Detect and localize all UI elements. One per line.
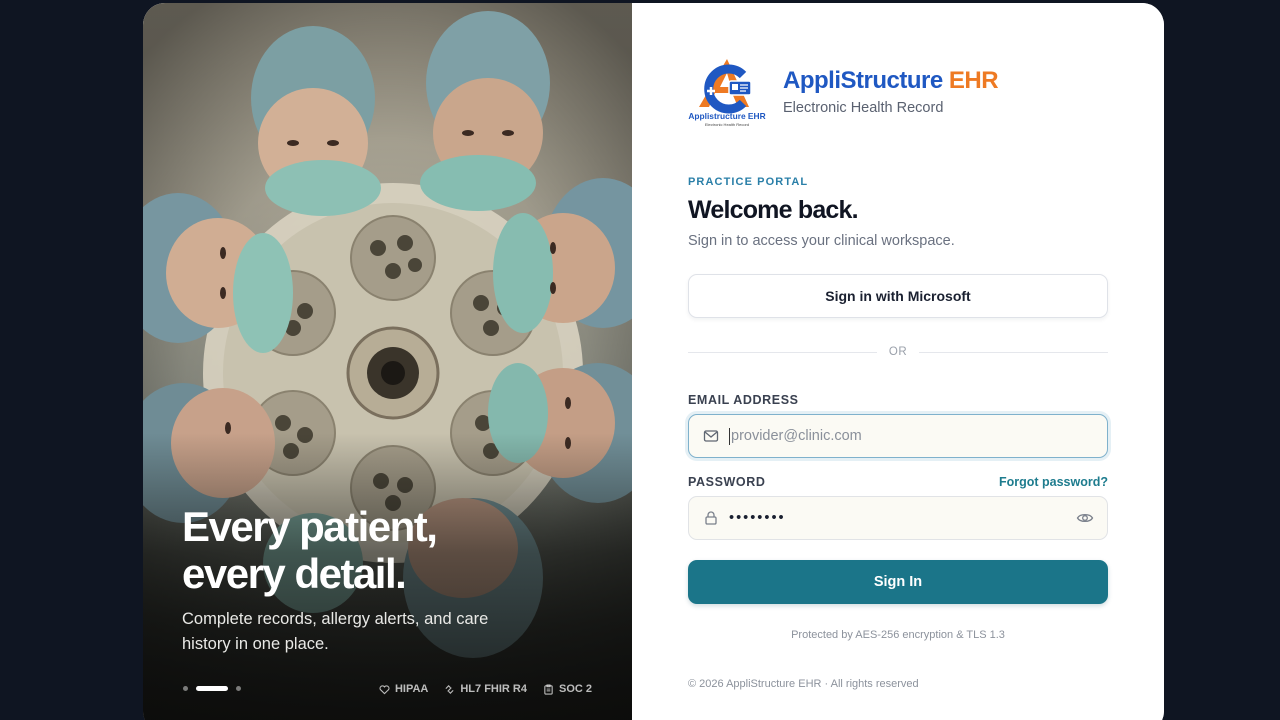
logo-tagline: Electronic Health Record <box>705 122 749 127</box>
security-note: Protected by AES-256 encryption & TLS 1.… <box>791 629 1005 641</box>
password-field[interactable] <box>688 496 1108 540</box>
brand-name-part2: EHR <box>942 67 999 94</box>
copyright: © 2026 AppliStructure EHR · All rights r… <box>688 678 919 690</box>
login-card: Every patient, every detail. Complete re… <box>143 3 1164 720</box>
compliance-badges: HIPAA HL7 FHIR R4 SOC 2 <box>379 683 592 695</box>
carousel-dot-3[interactable] <box>236 686 241 691</box>
show-password-icon[interactable] <box>1076 509 1094 527</box>
email-label: EMAIL ADDRESS <box>688 393 799 407</box>
brand-header: Applistructure EHR Electronic Health Rec… <box>687 55 999 129</box>
divider-line-right <box>919 351 1108 353</box>
carousel-dot-2-active[interactable] <box>196 686 228 691</box>
portal-eyebrow: PRACTICE PORTAL <box>688 176 809 188</box>
badge-hipaa: HIPAA <box>379 683 428 695</box>
badge-fhir: HL7 FHIR R4 <box>444 683 527 695</box>
hero-panel: Every patient, every detail. Complete re… <box>143 3 632 720</box>
email-field[interactable] <box>688 414 1108 458</box>
clipboard-icon <box>544 683 553 695</box>
password-input[interactable] <box>729 510 1076 526</box>
or-divider: OR <box>688 346 1108 358</box>
forgot-password-link[interactable]: Forgot password? <box>999 475 1108 489</box>
badge-soc2: SOC 2 <box>543 683 592 695</box>
badge-soc2-label: SOC 2 <box>558 683 592 695</box>
divider-text: OR <box>888 346 908 358</box>
microsoft-signin-button[interactable]: Sign in with Microsoft <box>688 274 1108 318</box>
signin-panel: Applistructure EHR Electronic Health Rec… <box>632 3 1164 720</box>
brand-logo: Applistructure EHR Electronic Health Rec… <box>687 55 767 129</box>
hero-headline-line1: Every patient, <box>182 503 438 550</box>
brand-name: AppliStructure EHR <box>783 67 999 95</box>
text-caret <box>729 427 730 445</box>
divider-line-left <box>688 351 877 353</box>
carousel-dots <box>183 686 241 691</box>
brand-text: AppliStructure EHR Electronic Health Rec… <box>783 67 999 116</box>
logo-mark-icon: Applistructure EHR Electronic Health Rec… <box>688 59 766 127</box>
brand-name-part1: AppliStructure <box>783 67 943 94</box>
badge-hipaa-label: HIPAA <box>394 683 429 695</box>
password-label: PASSWORD <box>688 475 766 489</box>
brand-tagline: Electronic Health Record <box>783 100 944 116</box>
hero-subtext: Complete records, allergy alerts, and ca… <box>182 610 489 653</box>
logo-text: Applistructure EHR <box>688 111 765 121</box>
badge-fhir-label: HL7 FHIR R4 <box>460 683 527 695</box>
lock-icon <box>703 510 719 526</box>
mail-icon <box>703 428 719 444</box>
email-input[interactable] <box>731 428 1107 444</box>
signin-button[interactable]: Sign In <box>688 560 1108 604</box>
link-icon <box>445 684 454 694</box>
hero-headline: Every patient, every detail. <box>182 503 602 597</box>
page-title: Welcome back. <box>688 196 859 224</box>
page-subtitle: Sign in to access your clinical workspac… <box>688 233 955 249</box>
carousel-dot-1[interactable] <box>183 686 188 691</box>
heart-icon <box>379 684 390 694</box>
hero-headline-line2: every detail. <box>182 550 407 597</box>
